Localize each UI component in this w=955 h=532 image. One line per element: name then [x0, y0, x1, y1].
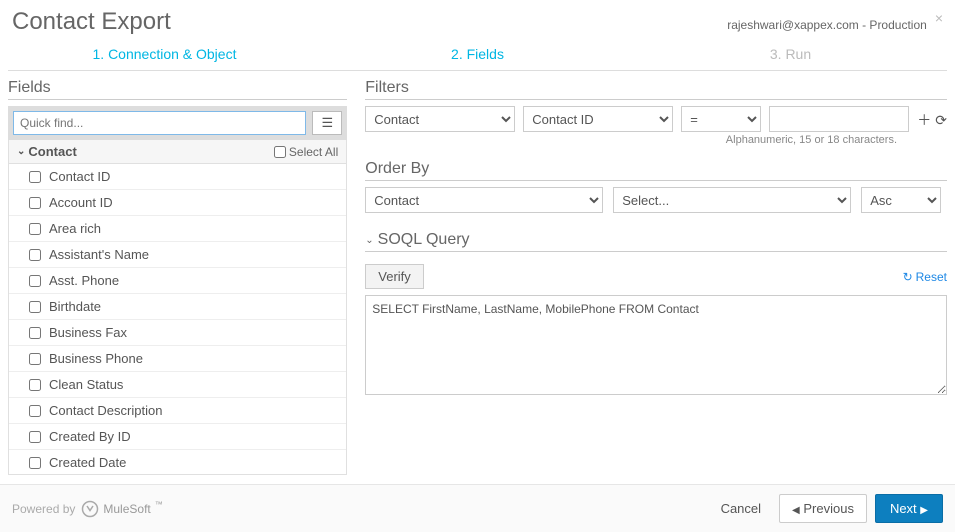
cancel-button[interactable]: Cancel	[711, 495, 771, 522]
orderby-title: Order By	[365, 160, 947, 181]
filter-operator-select[interactable]: =	[681, 106, 761, 132]
field-checkbox[interactable]	[29, 431, 41, 443]
footer: Powered by MuleSoft™ Cancel ◀ Previous N…	[0, 484, 955, 532]
mulesoft-logo: MuleSoft™	[81, 500, 162, 518]
field-checkbox[interactable]	[29, 457, 41, 469]
field-group-header[interactable]: ⌄ Contact Select All	[8, 140, 347, 164]
chevron-down-icon: ⌄	[17, 146, 25, 157]
quick-find-input[interactable]	[13, 111, 306, 135]
field-checkbox[interactable]	[29, 327, 41, 339]
field-label: Birthdate	[49, 299, 101, 314]
previous-label: Previous	[803, 501, 854, 516]
select-all-checkbox[interactable]	[274, 146, 286, 158]
field-row[interactable]: Contact ID	[9, 164, 346, 190]
select-all-label: Select All	[289, 145, 338, 159]
powered-by-label: Powered by	[12, 502, 75, 516]
user-info: rajeshwari@xappex.com - Production	[727, 18, 927, 32]
tab-run: 3. Run	[634, 40, 947, 70]
field-checkbox[interactable]	[29, 197, 41, 209]
chevron-left-icon: ◀	[792, 505, 800, 516]
field-checkbox[interactable]	[29, 405, 41, 417]
orderby-object-select[interactable]: Contact	[365, 187, 603, 213]
previous-button[interactable]: ◀ Previous	[779, 494, 867, 523]
field-row[interactable]: Clean Status	[9, 372, 346, 398]
field-row[interactable]: Asst. Phone	[9, 268, 346, 294]
hamburger-icon: ☰	[321, 115, 333, 131]
field-label: Contact Description	[49, 403, 162, 418]
brand-name: MuleSoft	[103, 502, 150, 516]
add-filter-icon[interactable]: ＋	[917, 110, 931, 130]
soql-textarea[interactable]	[365, 295, 947, 395]
field-row[interactable]: Created By ID	[9, 424, 346, 450]
refresh-icon[interactable]: ⟳	[935, 112, 947, 129]
field-label: Area rich	[49, 221, 101, 236]
field-checkbox[interactable]	[29, 379, 41, 391]
field-checkbox[interactable]	[29, 249, 41, 261]
orderby-direction-select[interactable]: Asc	[861, 187, 941, 213]
tab-fields[interactable]: 2. Fields	[321, 40, 634, 70]
reset-icon: ↻	[903, 270, 913, 284]
group-name: Contact	[28, 144, 76, 159]
soql-title: SOQL Query	[378, 231, 470, 249]
mulesoft-icon	[81, 500, 99, 518]
soql-section-header[interactable]: ⌄ SOQL Query	[365, 231, 947, 252]
verify-button[interactable]: Verify	[365, 264, 424, 289]
chevron-right-icon: ▶	[920, 505, 928, 516]
field-checkbox[interactable]	[29, 171, 41, 183]
field-checkbox[interactable]	[29, 275, 41, 287]
field-checkbox[interactable]	[29, 223, 41, 235]
field-checkbox[interactable]	[29, 301, 41, 313]
field-label: Business Phone	[49, 351, 143, 366]
field-label: Account ID	[49, 195, 113, 210]
field-list[interactable]: Contact ID Account ID Area rich Assistan…	[8, 164, 347, 475]
field-label: Asst. Phone	[49, 273, 119, 288]
fields-menu-button[interactable]: ☰	[312, 111, 342, 135]
reset-link[interactable]: ↻ Reset	[903, 270, 947, 284]
close-icon[interactable]: ×	[935, 10, 943, 26]
reset-label: Reset	[916, 270, 947, 284]
page-title: Contact Export	[12, 8, 171, 36]
field-row[interactable]: Account ID	[9, 190, 346, 216]
select-all-toggle[interactable]: Select All	[274, 145, 338, 159]
field-row[interactable]: Created Date	[9, 450, 346, 475]
next-button[interactable]: Next ▶	[875, 494, 943, 523]
tab-connection[interactable]: 1. Connection & Object	[8, 40, 321, 70]
field-label: Created Date	[49, 455, 126, 470]
field-label: Clean Status	[49, 377, 123, 392]
powered-by: Powered by MuleSoft™	[12, 500, 163, 518]
orderby-field-select[interactable]: Select...	[613, 187, 851, 213]
field-label: Business Fax	[49, 325, 127, 340]
field-row[interactable]: Business Fax	[9, 320, 346, 346]
fields-title: Fields	[8, 79, 347, 100]
chevron-down-icon: ⌄	[365, 235, 373, 246]
filters-title: Filters	[365, 79, 947, 100]
wizard-tabs: 1. Connection & Object 2. Fields 3. Run	[8, 40, 947, 71]
fields-panel: Fields ☰ ⌄ Contact Select All Contact ID…	[8, 75, 347, 475]
filter-value-input[interactable]	[769, 106, 909, 132]
filter-field-select[interactable]: Contact ID	[523, 106, 673, 132]
orderby-row: Contact Select... Asc	[365, 187, 947, 213]
field-label: Created By ID	[49, 429, 131, 444]
filter-hint: Alphanumeric, 15 or 18 characters.	[365, 134, 947, 146]
field-row[interactable]: Assistant's Name	[9, 242, 346, 268]
field-checkbox[interactable]	[29, 353, 41, 365]
field-row[interactable]: Business Phone	[9, 346, 346, 372]
next-label: Next	[890, 501, 917, 516]
fields-search-row: ☰	[8, 106, 347, 140]
field-row[interactable]: Contact Description	[9, 398, 346, 424]
field-label: Assistant's Name	[49, 247, 149, 262]
field-row[interactable]: Area rich	[9, 216, 346, 242]
header: Contact Export rajeshwari@xappex.com - P…	[0, 0, 955, 40]
field-row[interactable]: Birthdate	[9, 294, 346, 320]
filter-row: Contact Contact ID = ＋ ⟳	[365, 106, 947, 132]
filter-object-select[interactable]: Contact	[365, 106, 515, 132]
field-label: Contact ID	[49, 169, 110, 184]
